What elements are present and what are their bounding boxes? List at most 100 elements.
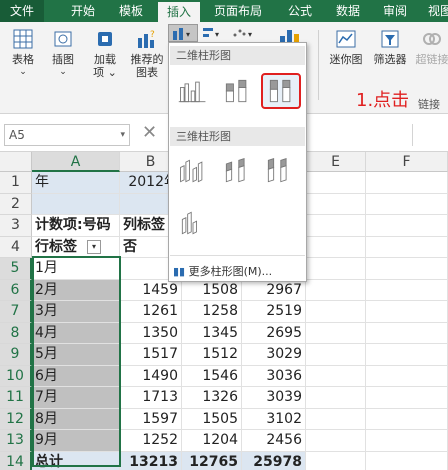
3d-clustered-column-option[interactable] (175, 155, 215, 191)
tab-page-layout[interactable]: 页面布局 (206, 0, 270, 22)
table-button[interactable]: 表格 ⌄ (6, 28, 40, 79)
cell-f4[interactable] (366, 236, 448, 258)
3d-column-option[interactable] (175, 207, 215, 243)
tab-review[interactable]: 审阅 (374, 0, 416, 22)
cell-f12[interactable] (366, 408, 448, 430)
cell-f8[interactable] (366, 322, 448, 344)
row-header[interactable]: 10 (0, 365, 32, 387)
cell-f3[interactable] (366, 215, 448, 237)
tab-insert[interactable]: 插入 (158, 2, 200, 22)
row-header[interactable]: 3 (0, 215, 32, 237)
cell-e14[interactable] (306, 451, 366, 470)
cell-b8[interactable]: 1350 (120, 322, 182, 344)
row-header[interactable]: 6 (0, 279, 32, 301)
3d-stacked-column-option[interactable] (219, 155, 259, 191)
cell-b10[interactable]: 1490 (120, 365, 182, 387)
row-header[interactable]: 2 (0, 193, 32, 215)
cell-f9[interactable] (366, 344, 448, 366)
cell-a9[interactable]: 5月 (32, 344, 120, 366)
cell-a1[interactable]: 年 (32, 172, 120, 194)
cell-e7[interactable] (306, 301, 366, 323)
cancel-entry-icon[interactable]: ✕ (142, 122, 157, 143)
cell-f13[interactable] (366, 430, 448, 452)
cell-c12[interactable]: 1505 (182, 408, 242, 430)
tab-home[interactable]: 开始 (62, 0, 104, 22)
cell-e11[interactable] (306, 387, 366, 409)
cell-f7[interactable] (366, 301, 448, 323)
cell-a8[interactable]: 4月 (32, 322, 120, 344)
cell-b12[interactable]: 1597 (120, 408, 182, 430)
cell-f5[interactable] (366, 258, 448, 280)
cell-b11[interactable]: 1713 (120, 387, 182, 409)
cell-c11[interactable]: 1326 (182, 387, 242, 409)
more-column-charts-link[interactable]: ▮▮ 更多柱形图(M)... (173, 263, 272, 279)
select-all-corner[interactable] (0, 152, 32, 172)
cell-d8[interactable]: 2695 (242, 322, 306, 344)
cell-b9[interactable]: 1517 (120, 344, 182, 366)
cell-f2[interactable] (366, 193, 448, 215)
cell-d10[interactable]: 3036 (242, 365, 306, 387)
tab-formulas[interactable]: 公式 (278, 0, 322, 22)
cell-c8[interactable]: 1345 (182, 322, 242, 344)
sparklines-button[interactable]: 迷你图 (326, 28, 366, 66)
tab-view[interactable]: 视图 (420, 0, 448, 22)
column-chart-button[interactable]: ▾ (168, 24, 198, 42)
addins-button[interactable]: 加载 项 ⌄ (88, 28, 122, 79)
cell-a2[interactable] (32, 193, 120, 215)
cell-f11[interactable] (366, 387, 448, 409)
cell-c14[interactable]: 12765 (182, 451, 242, 470)
row-header[interactable]: 14 (0, 451, 32, 470)
row-header[interactable]: 9 (0, 344, 32, 366)
cell-e9[interactable] (306, 344, 366, 366)
cell-e8[interactable] (306, 322, 366, 344)
cell-b14[interactable]: 13213 (120, 451, 182, 470)
scatter-chart-button[interactable]: ▾ (230, 26, 258, 40)
cell-c9[interactable]: 1512 (182, 344, 242, 366)
cell-e10[interactable] (306, 365, 366, 387)
tab-file[interactable]: 文件 (0, 0, 44, 22)
row-header[interactable]: 13 (0, 430, 32, 452)
row-header[interactable]: 8 (0, 322, 32, 344)
cell-c10[interactable]: 1546 (182, 365, 242, 387)
recommended-charts-button[interactable]: ? 推荐的 图表 (128, 28, 166, 79)
cell-d7[interactable]: 2519 (242, 301, 306, 323)
row-header[interactable]: 5 (0, 258, 32, 280)
column-header-a[interactable]: A (32, 152, 120, 172)
formula-input[interactable] (412, 124, 444, 146)
cell-d14[interactable]: 25978 (242, 451, 306, 470)
cell-f14[interactable] (366, 451, 448, 470)
cell-a12[interactable]: 8月 (32, 408, 120, 430)
hyperlink-button[interactable]: 超链接 (412, 28, 448, 66)
cell-a11[interactable]: 7月 (32, 387, 120, 409)
tab-template[interactable]: 模板 (110, 0, 152, 22)
cell-f1[interactable] (366, 172, 448, 194)
cell-a5[interactable]: 1月 (32, 258, 120, 280)
cell-f6[interactable] (366, 279, 448, 301)
filter-dropdown-icon[interactable]: ▾ (87, 239, 101, 254)
cell-b13[interactable]: 1252 (120, 430, 182, 452)
cell-d13[interactable]: 2456 (242, 430, 306, 452)
cell-a14[interactable]: 总计 (32, 451, 120, 470)
percent-stacked-column-option[interactable] (261, 73, 301, 109)
cell-d9[interactable]: 3029 (242, 344, 306, 366)
column-header-e[interactable]: E (306, 152, 366, 172)
cell-f10[interactable] (366, 365, 448, 387)
cell-d11[interactable]: 3039 (242, 387, 306, 409)
column-header-f[interactable]: F (366, 152, 448, 172)
cell-e13[interactable] (306, 430, 366, 452)
cell-e5[interactable] (306, 258, 366, 280)
cell-e3[interactable] (306, 215, 366, 237)
row-header[interactable]: 7 (0, 301, 32, 323)
name-box[interactable]: A5 ▾ (4, 124, 130, 146)
cell-b6[interactable]: 1459 (120, 279, 182, 301)
cell-e12[interactable] (306, 408, 366, 430)
cell-c7[interactable]: 1258 (182, 301, 242, 323)
cell-a4[interactable]: 行标签 ▾ (32, 236, 120, 258)
filters-button[interactable]: 筛选器 (370, 28, 410, 66)
cell-a7[interactable]: 3月 (32, 301, 120, 323)
row-header[interactable]: 11 (0, 387, 32, 409)
stacked-column-option[interactable] (219, 75, 259, 111)
cell-a3[interactable]: 计数项:号码 (32, 215, 120, 237)
cell-e6[interactable] (306, 279, 366, 301)
bar-chart-button[interactable]: ▾ (202, 26, 224, 40)
